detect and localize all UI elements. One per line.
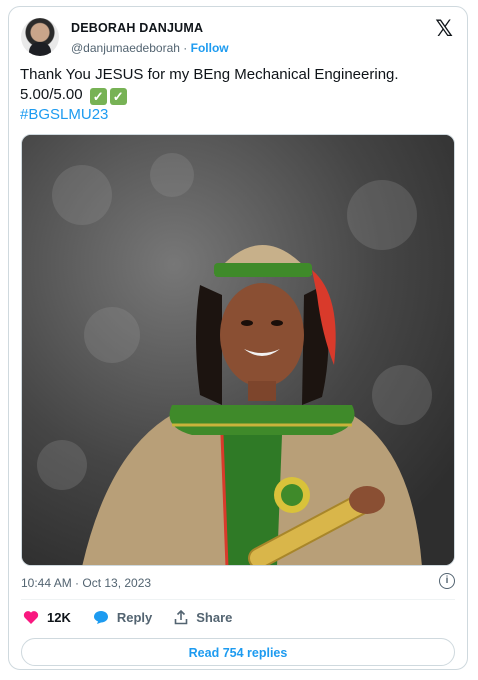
divider [21, 599, 455, 600]
hashtag-link[interactable]: #BGSLMU23 [20, 105, 457, 125]
x-logo-icon[interactable]: 𝕏 [435, 17, 453, 42]
like-action[interactable]: 12K [23, 610, 71, 625]
info-icon[interactable]: i [439, 573, 455, 589]
tweet-header: DEBORAH DANJUMA @danjumaedeborah · Follo… [19, 15, 457, 59]
author-name[interactable]: DEBORAH DANJUMA [71, 21, 203, 35]
check-mark-emoji-icon: ✓ [109, 88, 127, 105]
tweet-timestamp[interactable]: 10:44 AM · Oct 13, 2023 [21, 576, 151, 590]
share-label: Share [196, 610, 233, 625]
tweet-photo[interactable] [21, 134, 455, 566]
like-count: 12K [47, 610, 71, 625]
author-handle[interactable]: @danjumaedeborah [71, 41, 180, 55]
read-replies-button[interactable]: Read 754 replies [21, 638, 455, 666]
tweet-text: Thank You JESUS for my BEng Mechanical E… [20, 65, 457, 125]
share-icon [174, 610, 188, 625]
tweet-line-1: Thank You JESUS for my BEng Mechanical E… [20, 66, 399, 83]
share-action[interactable]: Share [174, 610, 232, 625]
reply-label: Reply [116, 610, 153, 625]
tweet-actions: 12K Reply Share [23, 610, 254, 625]
check-mark-emoji-icon: ✓ [89, 88, 107, 105]
author-avatar[interactable] [21, 18, 59, 56]
graduation-portrait-illustration [22, 135, 454, 565]
tweet-line-2: 5.00/5.00 [20, 86, 83, 103]
heart-icon [23, 611, 39, 624]
follow-link[interactable]: Follow [191, 41, 229, 55]
reply-bubble-icon [93, 611, 108, 624]
author-handle-row: @danjumaedeborah · Follow [71, 41, 229, 55]
tweet-card: DEBORAH DANJUMA @danjumaedeborah · Follo… [8, 6, 468, 670]
reply-action[interactable]: Reply [93, 610, 152, 625]
handle-separator: · [179, 41, 191, 55]
